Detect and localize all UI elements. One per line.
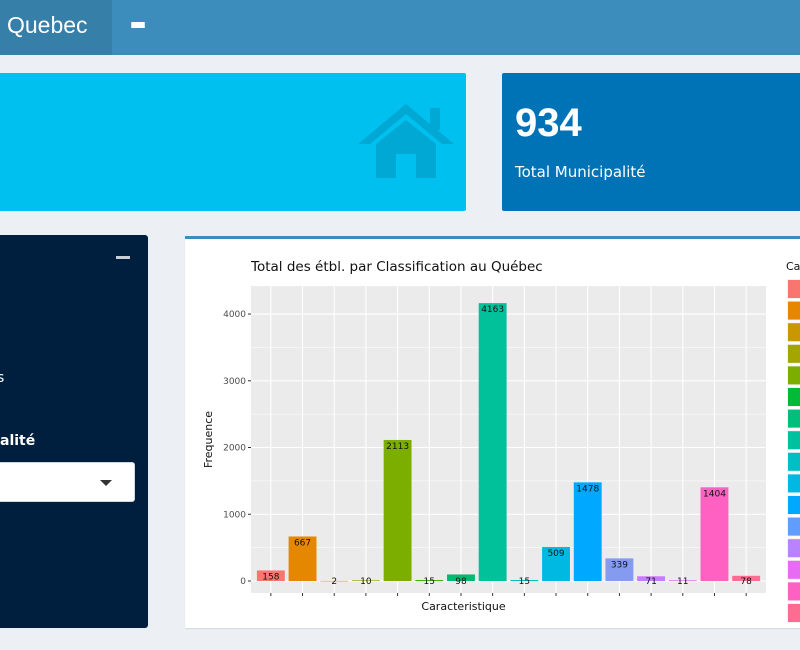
collapse-icon[interactable] <box>116 256 130 259</box>
data-label: 15 <box>519 577 530 587</box>
legend-swatch <box>788 604 800 622</box>
sidebar-toggle-button[interactable] <box>112 0 164 55</box>
data-label: 339 <box>611 560 628 570</box>
data-label: 10 <box>360 577 372 587</box>
select-label: alité <box>0 433 36 449</box>
y-tick-label: 4000 <box>223 310 246 320</box>
bar <box>478 303 507 581</box>
y-tick-label: 0 <box>240 577 246 587</box>
x-axis-label: Caracteristique <box>421 600 505 613</box>
y-tick-label: 3000 <box>223 377 246 387</box>
data-label: 1478 <box>576 484 599 494</box>
chevron-down-icon <box>100 480 112 486</box>
data-label: 158 <box>262 572 279 582</box>
legend-swatch <box>788 474 800 493</box>
value-box-municipalite: 934 Total Municipalité <box>502 73 800 211</box>
y-axis-label: Frequence <box>202 411 215 468</box>
legend-swatch <box>788 496 800 514</box>
chart-box: 0 1000 2000 3000 4000 158 667 2 10 2113 15 98 4163 15… <box>185 236 800 628</box>
plot-panel <box>251 286 766 593</box>
bar <box>383 439 412 581</box>
legend-swatch <box>788 366 800 385</box>
data-label: 15 <box>424 577 435 587</box>
brand-title[interactable]: Quebec <box>0 0 112 55</box>
filter-panel <box>0 235 148 628</box>
value-box-etablissement: 5 ment <box>0 73 466 211</box>
legend-title: Ca <box>786 260 800 273</box>
value-box-number: 934 <box>515 101 582 145</box>
hamburger-icon <box>131 21 145 34</box>
legend-swatch <box>788 560 800 579</box>
legend-swatch <box>788 301 800 320</box>
data-label: 4163 <box>481 305 504 315</box>
top-navbar: Quebec <box>0 0 800 55</box>
legend-swatch <box>788 344 800 363</box>
legend-swatch <box>788 431 800 450</box>
legend-swatch <box>788 517 800 536</box>
data-label: 11 <box>677 577 688 587</box>
legend-swatch <box>788 280 800 298</box>
data-label: 71 <box>645 577 656 587</box>
legend-swatch <box>788 582 800 601</box>
data-label: 78 <box>740 577 752 587</box>
chart-title: Total des étbl. par Classification au Qu… <box>250 259 543 275</box>
data-label: 2113 <box>386 442 409 452</box>
y-tick-label: 2000 <box>223 444 246 454</box>
data-label: 2 <box>331 577 337 587</box>
legend-swatch <box>788 409 800 428</box>
data-label: 667 <box>294 538 311 548</box>
home-icon <box>358 104 454 178</box>
value-box-label: Total Municipalité <box>515 163 646 181</box>
bar-chart: 0 1000 2000 3000 4000 158 667 2 10 2113 15 98 4163 15… <box>202 259 800 623</box>
legend-swatch <box>788 539 800 558</box>
data-label: 509 <box>547 549 564 559</box>
bar <box>700 487 729 581</box>
panel-text-fragment: l <box>0 311 1 327</box>
y-tick-label: 1000 <box>223 510 246 520</box>
legend-swatch <box>788 452 800 471</box>
legend-swatch <box>788 388 800 406</box>
municipalite-select[interactable] <box>0 462 135 502</box>
data-label: 98 <box>455 577 467 587</box>
bar <box>573 482 602 581</box>
legend-swatch <box>788 323 800 342</box>
data-label: 1404 <box>703 489 726 499</box>
panel-text-fragment: s <box>0 370 5 386</box>
